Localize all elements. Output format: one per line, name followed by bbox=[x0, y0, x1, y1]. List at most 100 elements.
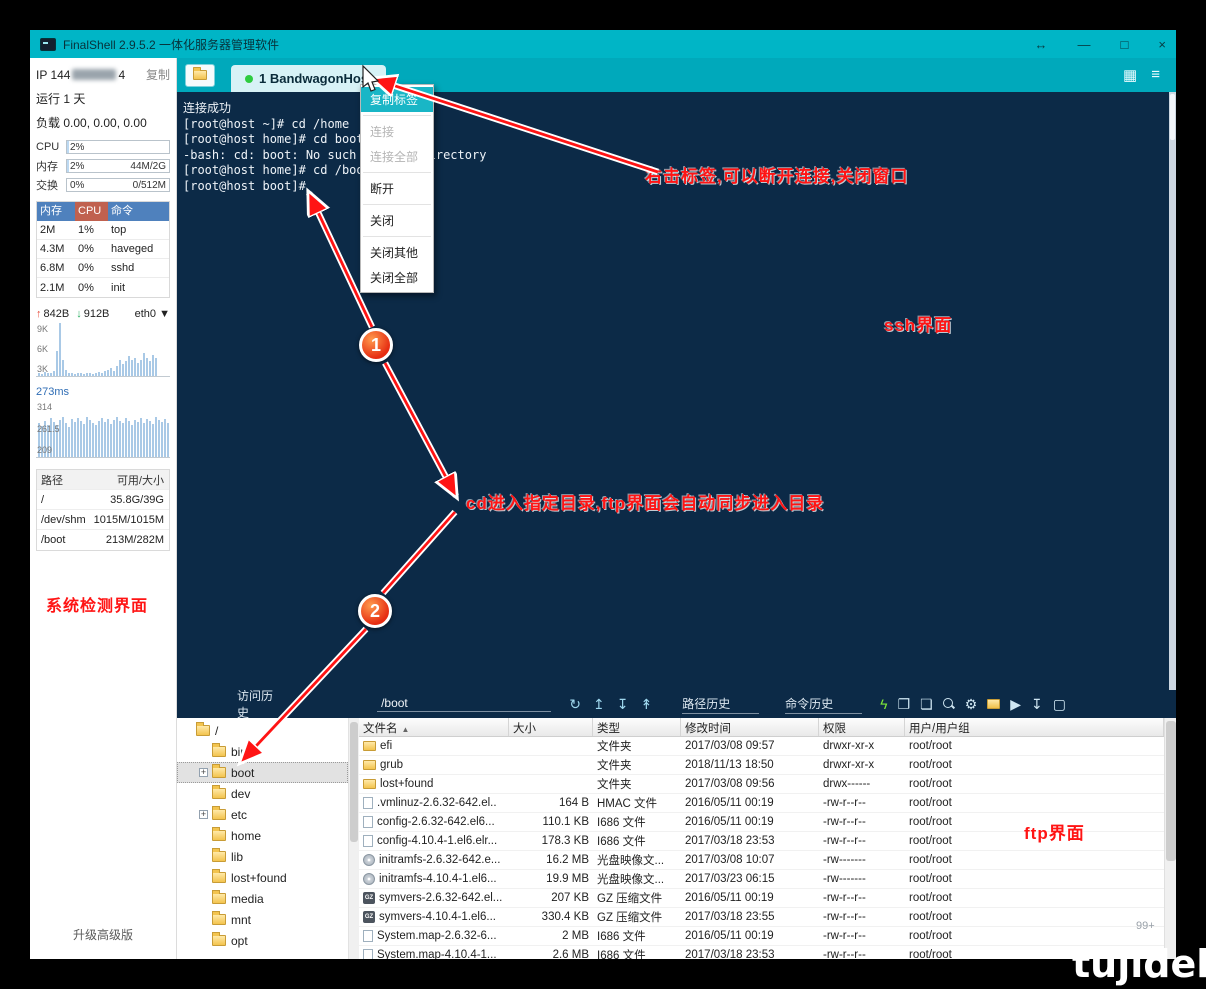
disk-column-header[interactable]: 路径 bbox=[37, 472, 99, 488]
tree-item-label: boot bbox=[231, 766, 254, 780]
tree-item-opt[interactable]: opt bbox=[177, 930, 348, 951]
upload-rate: 842B bbox=[44, 308, 70, 320]
tree-item-mnt[interactable]: mnt bbox=[177, 909, 348, 930]
file-owner: root/root bbox=[905, 797, 1164, 809]
pull-icon[interactable]: ↧ bbox=[1031, 697, 1043, 711]
menu-item-0[interactable]: 复制标签 bbox=[361, 87, 433, 112]
sort-asc-icon: ▲ bbox=[402, 725, 410, 734]
sync-lightning-icon[interactable]: ϟ bbox=[880, 697, 887, 711]
chart-bar bbox=[149, 361, 151, 376]
refresh-icon[interactable]: ↻ bbox=[569, 696, 581, 713]
menu-item-6[interactable]: 关闭全部 bbox=[361, 265, 433, 290]
menu-item-4[interactable]: 关闭 bbox=[361, 208, 433, 233]
gauge-extra: 44M/2G bbox=[130, 161, 166, 172]
file-name-cell: System.map-2.6.32-6... bbox=[359, 930, 509, 942]
copy-ip-button[interactable]: 复制 bbox=[146, 66, 170, 83]
tree-item-etc[interactable]: +etc bbox=[177, 804, 348, 825]
file-row[interactable]: .vmlinuz-2.6.32-642.el..164 BHMAC 文件2016… bbox=[359, 794, 1164, 813]
minimize-button[interactable]: — bbox=[1078, 38, 1091, 51]
tree-item-lostfound[interactable]: lost+found bbox=[177, 867, 348, 888]
file-row[interactable]: lost+found文件夹2017/03/08 09:56drwx------r… bbox=[359, 775, 1164, 794]
file-row[interactable]: efi文件夹2017/03/08 09:57drwxr-xr-xroot/roo… bbox=[359, 737, 1164, 756]
column-header-2[interactable]: 类型 bbox=[593, 718, 681, 736]
disk-column-header[interactable]: 可用/大小 bbox=[99, 472, 169, 488]
restore-button[interactable]: ↔ bbox=[1035, 38, 1048, 51]
grid-view-icon[interactable]: ▦ bbox=[1123, 66, 1137, 84]
path-history-button[interactable]: 路径历史 bbox=[682, 695, 759, 714]
process-cell: 4.3M bbox=[37, 243, 75, 255]
annotation-tab-tip: 右击标签,可以断开连接,关闭窗口 bbox=[645, 162, 908, 187]
command-history-button[interactable]: 命令历史 bbox=[785, 695, 862, 714]
window-icon[interactable]: ▢ bbox=[1053, 697, 1066, 711]
list-menu-icon[interactable]: ≡ bbox=[1151, 66, 1160, 84]
tree-scroll-thumb[interactable] bbox=[350, 722, 358, 842]
tree-item-bin[interactable]: bin bbox=[177, 741, 348, 762]
resource-gauges: CPU2%内存2%44M/2G交换0%0/512M bbox=[36, 139, 170, 192]
paste-icon[interactable]: ❏ bbox=[920, 697, 933, 711]
file-row[interactable]: GZsymvers-4.10.4-1.el6...330.4 KBGZ 压缩文件… bbox=[359, 908, 1164, 927]
file-row[interactable]: System.map-4.10.4-1...2.6 MBI686 文件2017/… bbox=[359, 946, 1164, 959]
interface-selector[interactable]: eth0 ▼ bbox=[135, 308, 170, 320]
file-table-scrollbar[interactable] bbox=[1164, 718, 1176, 959]
menu-item-5[interactable]: 关闭其他 bbox=[361, 240, 433, 265]
column-header-0[interactable]: 文件名▲ bbox=[359, 718, 509, 736]
go-up-icon[interactable]: ↥ bbox=[593, 696, 605, 713]
file-row[interactable]: grub文件夹2018/11/13 18:50drwxr-xr-xroot/ro… bbox=[359, 756, 1164, 775]
maximize-button[interactable]: □ bbox=[1121, 38, 1129, 51]
upload-icon[interactable]: ↟ bbox=[640, 696, 652, 713]
column-header-3[interactable]: 修改时间 bbox=[681, 718, 819, 736]
gear-icon[interactable]: ⚙ bbox=[965, 697, 978, 711]
tree-item-boot[interactable]: + boot bbox=[177, 762, 348, 783]
column-header-5[interactable]: 用户/用户组 bbox=[905, 718, 1164, 736]
file-name: symvers-4.10.4-1.el6... bbox=[379, 911, 496, 923]
titlebar[interactable]: FinalShell 2.9.5.2 一体化服务器管理软件 ↔—□× bbox=[30, 30, 1176, 58]
open-connection-button[interactable] bbox=[185, 64, 215, 87]
tree-item-dev[interactable]: dev bbox=[177, 783, 348, 804]
file-row[interactable]: GZsymvers-2.6.32-642.el...207 KBGZ 压缩文件2… bbox=[359, 889, 1164, 908]
chart-bar bbox=[74, 422, 76, 457]
file-name-cell: initramfs-4.10.4-1.el6... bbox=[359, 873, 509, 885]
close-button[interactable]: × bbox=[1158, 38, 1166, 51]
menu-item-3[interactable]: 断开 bbox=[361, 176, 433, 201]
expander-icon[interactable]: + bbox=[199, 810, 208, 819]
column-header-4[interactable]: 权限 bbox=[819, 718, 905, 736]
file-table-scroll-thumb[interactable] bbox=[1166, 721, 1176, 861]
upgrade-link[interactable]: 升级高级版 bbox=[30, 926, 176, 943]
disk-usage: 35.8G/39G bbox=[99, 494, 169, 506]
file-icon bbox=[363, 930, 373, 942]
chart-bar bbox=[113, 371, 115, 376]
process-column-header[interactable]: 内存 bbox=[37, 202, 75, 221]
expander-icon[interactable]: + bbox=[199, 768, 208, 777]
step-badge-1: 1 bbox=[359, 328, 393, 362]
process-column-header[interactable]: CPU bbox=[75, 202, 108, 221]
terminal-scroll-thumb[interactable] bbox=[1170, 94, 1175, 140]
chart-bar bbox=[62, 417, 64, 457]
download-icon[interactable]: ↧ bbox=[617, 696, 629, 713]
menu-item-2: 连接全部 bbox=[361, 144, 433, 169]
file-row[interactable]: initramfs-4.10.4-1.el6...19.9 MB光盘映像文...… bbox=[359, 870, 1164, 889]
folder-open-icon[interactable] bbox=[987, 699, 1000, 709]
process-cell: 6.8M bbox=[37, 262, 75, 274]
tree-item-media[interactable]: media bbox=[177, 888, 348, 909]
column-header-1[interactable]: 大小 bbox=[509, 718, 593, 736]
search-icon[interactable] bbox=[943, 698, 955, 710]
file-mtime: 2017/03/18 23:53 bbox=[681, 949, 819, 959]
file-name-cell: efi bbox=[359, 740, 509, 752]
file-row[interactable]: initramfs-2.6.32-642.e...16.2 MB光盘映像文...… bbox=[359, 851, 1164, 870]
file-name-cell: System.map-4.10.4-1... bbox=[359, 949, 509, 959]
tree-item-[interactable]: / bbox=[177, 720, 348, 741]
gauge-fill bbox=[67, 160, 69, 172]
path-input[interactable]: /boot bbox=[377, 696, 551, 712]
access-history-button[interactable]: 访问历史 bbox=[237, 687, 282, 721]
file-owner: root/root bbox=[905, 740, 1164, 752]
tree-scrollbar[interactable] bbox=[349, 718, 359, 959]
folder-icon bbox=[212, 830, 226, 841]
file-row[interactable]: System.map-2.6.32-6...2 MBI686 文件2016/05… bbox=[359, 927, 1164, 946]
terminal-scrollbar[interactable] bbox=[1169, 92, 1176, 690]
file-perm: -rw------- bbox=[819, 854, 905, 866]
copy-icon[interactable]: ❐ bbox=[898, 697, 911, 711]
process-column-header[interactable]: 命令 bbox=[108, 202, 169, 221]
tree-item-lib[interactable]: lib bbox=[177, 846, 348, 867]
play-icon[interactable]: ▶ bbox=[1010, 697, 1021, 711]
tree-item-home[interactable]: home bbox=[177, 825, 348, 846]
